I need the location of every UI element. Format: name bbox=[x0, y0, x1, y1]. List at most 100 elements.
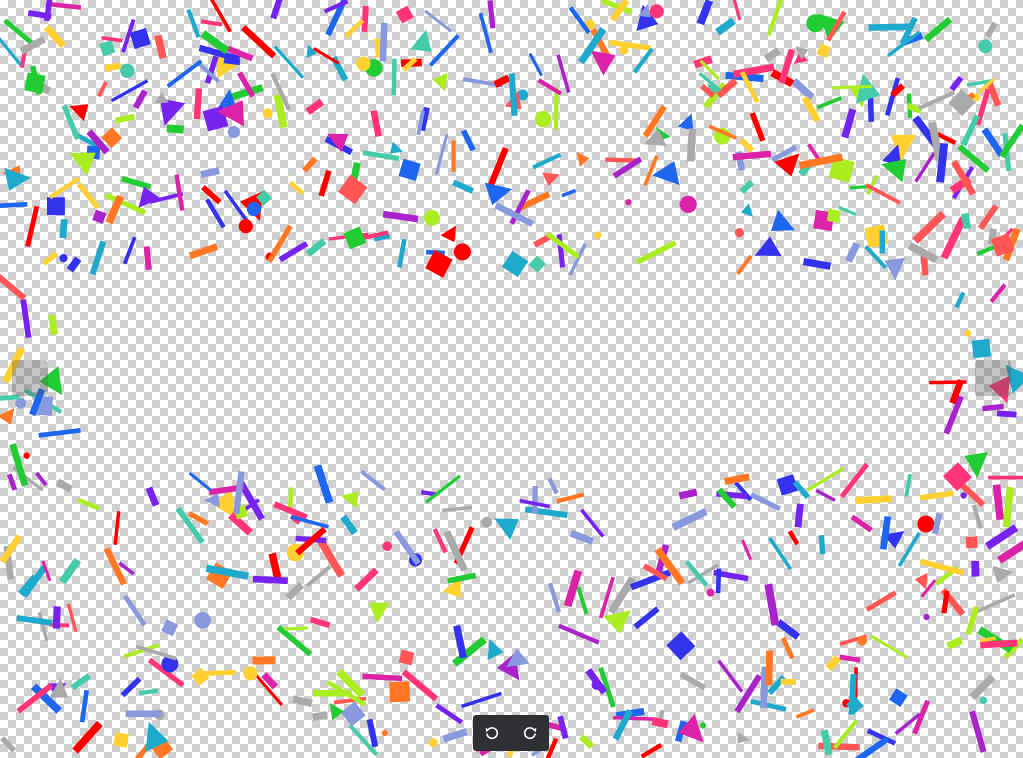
confetti-piece bbox=[432, 528, 448, 554]
confetti-piece bbox=[0, 32, 22, 67]
confetti-piece bbox=[425, 474, 462, 504]
confetti-piece bbox=[816, 96, 843, 110]
confetti-piece bbox=[919, 490, 955, 501]
confetti-piece bbox=[252, 575, 288, 585]
confetti-piece bbox=[115, 113, 136, 124]
confetti-piece bbox=[736, 254, 753, 276]
confetti-piece bbox=[977, 204, 999, 231]
confetti-piece bbox=[820, 729, 833, 756]
confetti-piece bbox=[806, 14, 825, 33]
rotate-left-icon bbox=[485, 727, 499, 740]
confetti-piece bbox=[360, 469, 386, 492]
confetti-piece bbox=[138, 688, 159, 696]
confetti-piece bbox=[487, 147, 509, 188]
confetti-piece bbox=[55, 478, 73, 493]
confetti-piece bbox=[576, 586, 589, 615]
confetti-piece bbox=[532, 485, 538, 514]
confetti-piece bbox=[838, 205, 857, 217]
confetti-piece bbox=[806, 466, 845, 492]
confetti-piece bbox=[284, 626, 308, 631]
confetti-piece bbox=[391, 58, 397, 96]
confetti-piece bbox=[161, 619, 179, 637]
confetti-piece bbox=[537, 78, 563, 96]
confetti-piece bbox=[556, 54, 571, 93]
confetti-piece bbox=[815, 488, 836, 502]
confetti-piece bbox=[97, 81, 108, 98]
confetti-piece bbox=[390, 141, 404, 154]
confetti-piece bbox=[188, 243, 219, 260]
confetti-piece bbox=[487, 0, 496, 29]
confetti-piece bbox=[749, 492, 782, 512]
confetti-piece bbox=[929, 380, 967, 385]
confetti-piece bbox=[120, 63, 135, 79]
confetti-piece bbox=[99, 40, 116, 57]
confetti-piece bbox=[434, 134, 449, 175]
confetti-piece bbox=[66, 256, 82, 273]
confetti-piece bbox=[845, 241, 861, 264]
confetti-piece bbox=[25, 205, 40, 248]
confetti-image bbox=[0, 0, 1023, 758]
confetti-piece bbox=[113, 511, 121, 545]
confetti-piece bbox=[42, 251, 59, 266]
confetti-piece bbox=[976, 593, 1016, 614]
confetti-piece bbox=[121, 176, 152, 190]
confetti-piece bbox=[273, 45, 305, 79]
confetti-piece bbox=[343, 226, 367, 250]
confetti-piece bbox=[884, 77, 901, 117]
confetti-piece bbox=[884, 257, 906, 281]
confetti-piece bbox=[288, 180, 305, 195]
confetti-piece bbox=[686, 128, 697, 162]
previous-image-button[interactable] bbox=[12, 360, 48, 396]
confetti-piece bbox=[37, 611, 49, 642]
confetti-piece bbox=[199, 167, 220, 178]
confetti-piece bbox=[679, 195, 697, 213]
confetti-piece bbox=[174, 174, 185, 211]
confetti-piece bbox=[193, 88, 203, 120]
confetti-piece bbox=[312, 47, 340, 65]
confetti-piece bbox=[652, 161, 680, 186]
confetti-piece bbox=[361, 5, 369, 33]
confetti-piece bbox=[992, 484, 1004, 521]
rotate-right-button[interactable] bbox=[516, 719, 544, 747]
confetti-piece bbox=[576, 151, 590, 168]
confetti-piece bbox=[750, 698, 787, 712]
confetti-piece bbox=[201, 185, 222, 205]
confetti-piece bbox=[791, 77, 815, 101]
confetti-piece bbox=[362, 673, 403, 682]
confetti-piece bbox=[122, 594, 147, 627]
confetti-piece bbox=[613, 715, 656, 721]
confetti-piece bbox=[625, 199, 632, 206]
confetti-piece bbox=[92, 209, 107, 224]
confetti-piece bbox=[979, 696, 988, 705]
rotate-left-button[interactable] bbox=[478, 719, 506, 747]
confetti-piece bbox=[741, 539, 753, 561]
confetti-piece bbox=[48, 176, 80, 200]
confetti-piece bbox=[776, 619, 801, 640]
confetti-piece bbox=[453, 243, 471, 261]
confetti-piece bbox=[243, 666, 258, 681]
confetti-piece bbox=[528, 255, 546, 273]
confetti-piece bbox=[715, 568, 722, 594]
confetti-piece bbox=[145, 486, 160, 507]
confetti-piece bbox=[923, 16, 953, 43]
confetti-piece bbox=[368, 602, 390, 624]
confetti-piece bbox=[132, 89, 148, 110]
confetti-piece bbox=[717, 659, 744, 693]
confetti-piece bbox=[393, 530, 421, 566]
confetti-piece bbox=[734, 674, 763, 714]
confetti-piece bbox=[845, 696, 864, 714]
confetti-piece bbox=[999, 123, 1023, 159]
next-image-button[interactable] bbox=[975, 360, 1011, 396]
confetti-piece bbox=[818, 535, 826, 555]
confetti-piece bbox=[954, 291, 966, 309]
confetti-piece bbox=[985, 524, 1019, 550]
confetti-piece bbox=[764, 583, 780, 626]
confetti-piece bbox=[671, 508, 708, 531]
confetti-piece bbox=[795, 708, 815, 719]
confetti-piece bbox=[635, 240, 677, 265]
confetti-piece bbox=[868, 23, 910, 31]
confetti-piece bbox=[578, 734, 595, 750]
confetti-piece bbox=[888, 688, 908, 707]
confetti-piece bbox=[679, 671, 707, 691]
confetti-piece bbox=[992, 565, 1014, 584]
